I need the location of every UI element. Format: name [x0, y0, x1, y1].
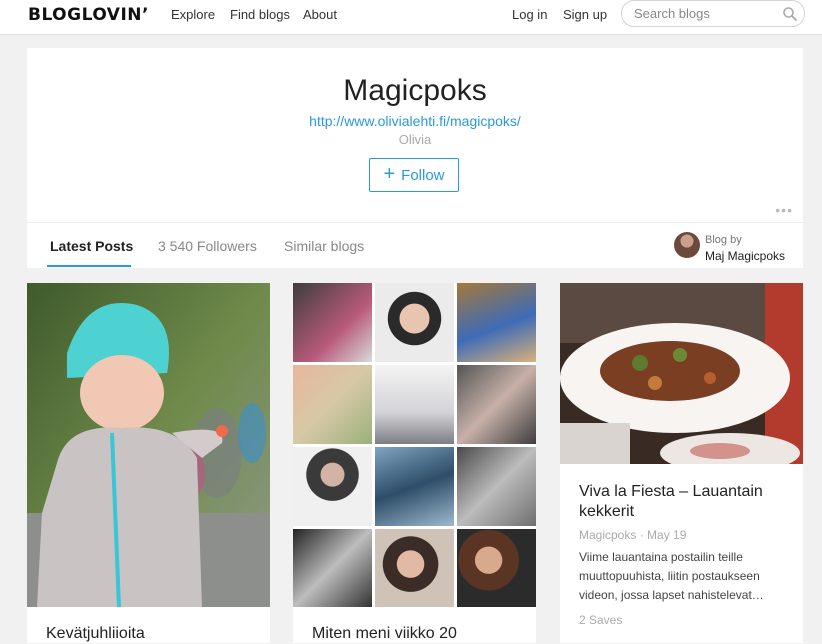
- tab-followers[interactable]: 3 540 Followers: [158, 238, 257, 254]
- grid-image: [375, 283, 454, 362]
- post-card[interactable]: Miten meni viikko 20: [293, 283, 536, 643]
- post-image[interactable]: [27, 283, 270, 607]
- post-card[interactable]: Viva la Fiesta – Lauantain kekkerit Magi…: [560, 283, 803, 643]
- blog-author: Olivia: [398, 132, 432, 147]
- grid-image: [293, 447, 372, 526]
- blog-by-label: Blog by: [705, 234, 742, 246]
- tab-latest-posts[interactable]: Latest Posts: [50, 238, 133, 254]
- author-avatar[interactable]: [674, 232, 700, 258]
- grid-image: [293, 529, 372, 607]
- bloglovin-logo[interactable]: BLOGLOVIN’: [28, 5, 149, 25]
- post-card[interactable]: Kevätjuhliioita: [27, 283, 270, 643]
- follow-button-label: Follow: [401, 166, 445, 184]
- post-image-grid[interactable]: [293, 283, 536, 607]
- blog-title: Magicpoks: [343, 74, 487, 107]
- grid-image: [293, 283, 372, 362]
- search-icon[interactable]: [782, 6, 798, 22]
- post-title[interactable]: Kevätjuhliioita: [46, 624, 145, 644]
- active-tab-indicator: [47, 265, 131, 267]
- post-saves-count: 2 Saves: [579, 613, 623, 627]
- search-box: [621, 0, 805, 27]
- post-title[interactable]: Viva la Fiesta – Lauantain kekkerit: [579, 482, 784, 522]
- signup-link[interactable]: Sign up: [563, 7, 607, 22]
- follow-button[interactable]: + Follow: [369, 158, 459, 192]
- plus-icon: +: [383, 163, 396, 185]
- grid-image: [375, 447, 454, 526]
- grid-image: [293, 365, 372, 444]
- tab-similar-blogs[interactable]: Similar blogs: [284, 238, 364, 254]
- post-excerpt: Viime lauantaina postailin teille muutto…: [579, 550, 764, 602]
- grid-image: [457, 283, 536, 362]
- blog-url-link[interactable]: http://www.olivialehti.fi/magicpoks/: [27, 113, 803, 129]
- nav-find-blogs-link[interactable]: Find blogs: [230, 7, 290, 22]
- grid-image: [457, 529, 536, 607]
- post-title[interactable]: Miten meni viikko 20: [312, 624, 457, 644]
- blog-by-name[interactable]: Maj Magicpoks: [705, 249, 785, 263]
- grid-image: [375, 529, 454, 607]
- grid-image: [375, 365, 454, 444]
- blog-profile-card: Magicpoks http://www.olivialehti.fi/magi…: [27, 48, 803, 268]
- search-input[interactable]: [632, 3, 776, 23]
- divider: [27, 222, 803, 223]
- top-navigation-bar: BLOGLOVIN’ Explore Find blogs About Log …: [0, 0, 822, 35]
- post-meta: Magicpoks · May 19: [579, 528, 687, 542]
- login-link[interactable]: Log in: [512, 7, 547, 22]
- nav-about-link[interactable]: About: [303, 7, 337, 22]
- post-image[interactable]: [560, 283, 803, 464]
- grid-image: [457, 365, 536, 444]
- more-dots-icon[interactable]: •••: [775, 202, 793, 218]
- nav-explore-link[interactable]: Explore: [171, 7, 215, 22]
- grid-image: [457, 447, 536, 526]
